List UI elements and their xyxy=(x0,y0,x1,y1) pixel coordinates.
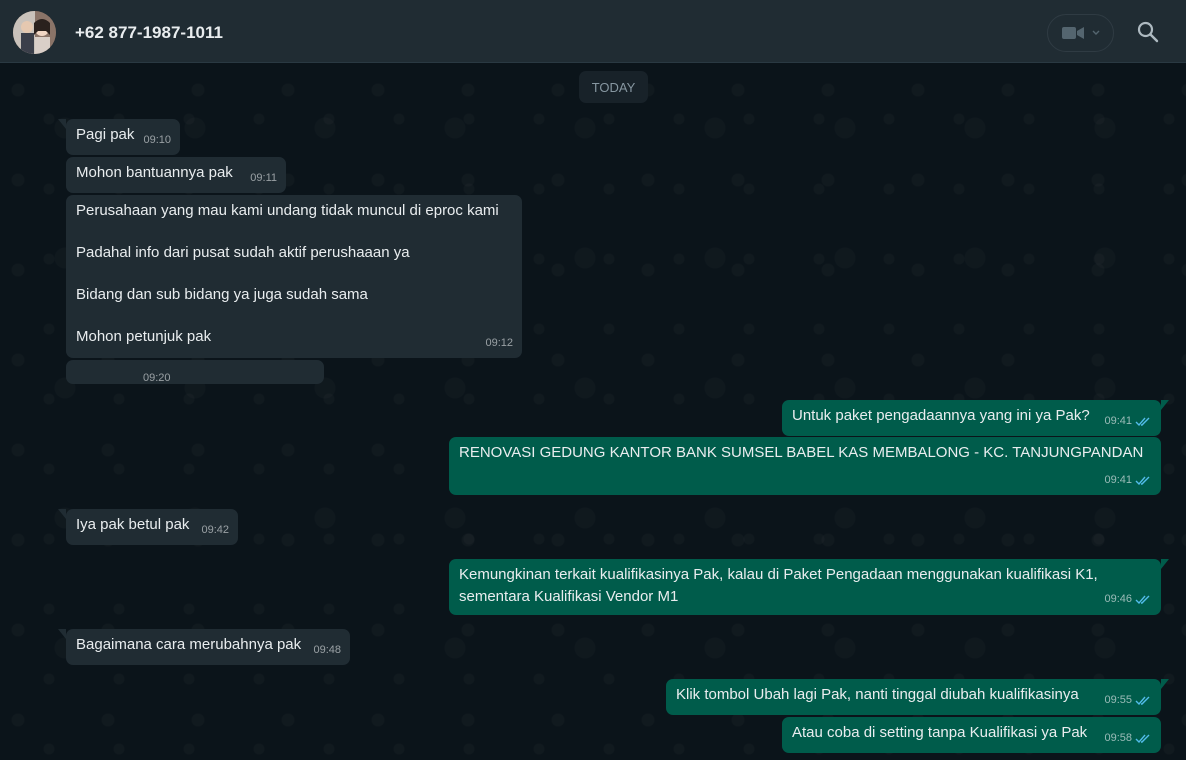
chat-header: +62 877-1987-1011 xyxy=(0,0,1186,63)
video-camera-icon xyxy=(1061,27,1084,39)
message-outgoing[interactable]: Untuk paket pengadaannya yang ini ya Pak… xyxy=(782,400,1169,436)
video-call-button[interactable] xyxy=(1047,14,1114,52)
double-check-icon xyxy=(1135,476,1150,486)
message-time: 09:46 xyxy=(1104,593,1132,605)
message-status: 09:58 xyxy=(1104,729,1152,748)
message-time: 09:41 xyxy=(1104,415,1132,427)
chevron-down-icon xyxy=(1092,30,1099,35)
message-list[interactable]: TODAY Pagi pak 09:10 Mohon bantuannya pa… xyxy=(0,63,1186,760)
message-incoming[interactable]: Pagi pak 09:10 xyxy=(58,119,180,155)
message-status: 09:46 xyxy=(1104,588,1152,610)
message-text: Klik tombol Ubah lagi Pak, nanti tinggal… xyxy=(676,686,1079,703)
message-text: Atau coba di setting tanpa Kualifikasi y… xyxy=(792,724,1088,741)
message-paragraph: Mohon petunjuk pak xyxy=(76,328,212,345)
avatar[interactable] xyxy=(13,11,56,54)
message-incoming[interactable]: Perusahaan yang mau kami undang tidak mu… xyxy=(66,195,522,358)
message-status: 09:55 xyxy=(1104,691,1152,710)
whatsapp-chat-window: +62 877-1987-1011 TODAY Pagi pak 09:10 M… xyxy=(0,0,1186,760)
avatar-image xyxy=(13,11,56,54)
message-line: sementara Kualifikasi Vendor M1 xyxy=(459,588,679,605)
contact-name[interactable]: +62 877-1987-1011 xyxy=(75,23,223,43)
message-time: 09:58 xyxy=(1104,732,1132,744)
message-incoming[interactable]: Bagaimana cara merubahnya pak 09:48 xyxy=(58,629,350,665)
message-text: Untuk paket pengadaannya yang ini ya Pak… xyxy=(792,407,1090,424)
message-status: 09:41 xyxy=(1104,412,1152,431)
message-time: 09:10 xyxy=(143,134,171,146)
search-button[interactable] xyxy=(1134,18,1162,46)
message-outgoing[interactable]: Kemungkinan terkait kualifikasinya Pak, … xyxy=(449,559,1169,615)
double-check-icon xyxy=(1135,417,1150,427)
double-check-icon xyxy=(1135,595,1150,604)
message-text: RENOVASI GEDUNG KANTOR BANK SUMSEL BABEL… xyxy=(459,444,1144,461)
message-text: Pagi pak xyxy=(76,126,135,143)
day-divider: TODAY xyxy=(579,71,648,103)
message-incoming-partial[interactable]: 09:20 xyxy=(66,360,324,384)
message-time: 09:55 xyxy=(1104,694,1132,706)
message-text: Bagaimana cara merubahnya pak xyxy=(76,636,302,653)
message-time: 09:12 xyxy=(485,337,513,349)
message-time: 09:20 xyxy=(143,372,171,384)
message-status: 09:41 xyxy=(1104,471,1152,490)
double-check-icon xyxy=(1135,734,1150,744)
message-time: 09:42 xyxy=(201,524,229,536)
message-time: 09:11 xyxy=(250,172,277,184)
message-paragraph: Bidang dan sub bidang ya juga sudah sama xyxy=(76,286,368,303)
message-paragraph: Perusahaan yang mau kami undang tidak mu… xyxy=(76,202,499,219)
message-time: 09:48 xyxy=(313,644,341,656)
message-incoming[interactable]: Iya pak betul pak 09:42 xyxy=(58,509,238,545)
message-outgoing[interactable]: Atau coba di setting tanpa Kualifikasi y… xyxy=(782,717,1161,753)
message-incoming[interactable]: Mohon bantuannya pak 09:11 xyxy=(66,157,286,193)
message-outgoing[interactable]: RENOVASI GEDUNG KANTOR BANK SUMSEL BABEL… xyxy=(449,437,1161,495)
message-time: 09:41 xyxy=(1104,474,1132,486)
message-text: Iya pak betul pak xyxy=(76,516,190,533)
message-text: Mohon bantuannya pak xyxy=(76,164,233,181)
search-icon xyxy=(1137,21,1159,43)
message-outgoing[interactable]: Klik tombol Ubah lagi Pak, nanti tinggal… xyxy=(666,679,1169,715)
double-check-icon xyxy=(1135,696,1150,706)
message-line: Kemungkinan terkait kualifikasinya Pak, … xyxy=(459,566,1098,583)
message-paragraph: Padahal info dari pusat sudah aktif peru… xyxy=(76,244,410,261)
